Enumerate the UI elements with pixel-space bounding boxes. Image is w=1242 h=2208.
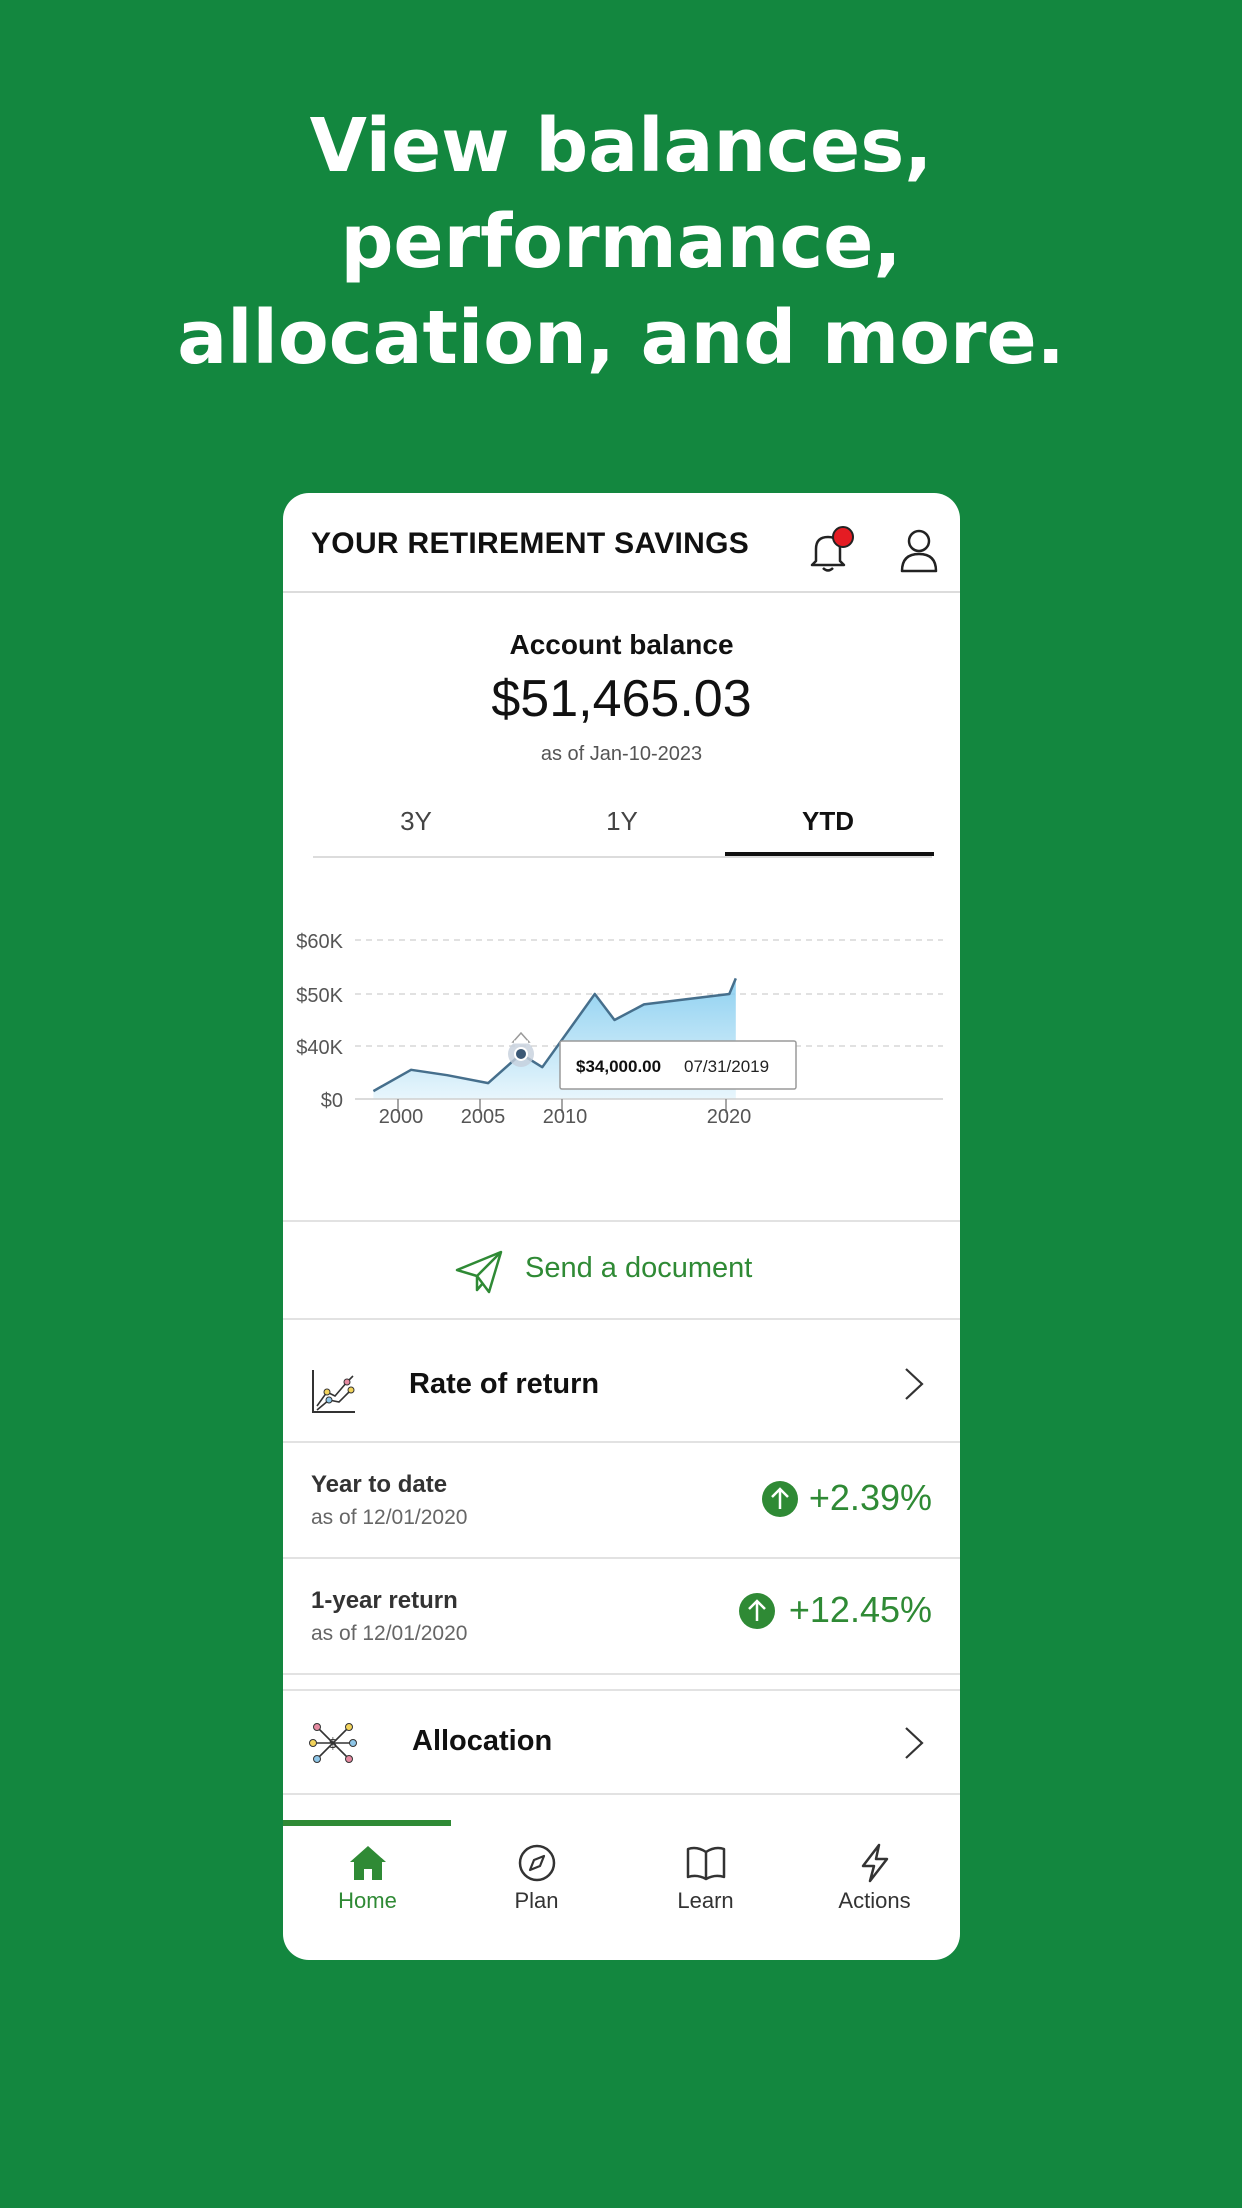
nav-plan[interactable]: Plan: [452, 1820, 621, 1960]
paper-plane-icon: [455, 1250, 503, 1294]
page-title: YOUR RETIREMENT SAVINGS: [311, 527, 750, 560]
y-tick-label: $0: [321, 1090, 343, 1112]
range-tabs: 3Y 1Y YTD: [313, 788, 934, 858]
x-tick-label: 2005: [461, 1106, 506, 1123]
balance-as-of: as of Jan-10-2023: [540, 743, 703, 765]
nav-learn-label: Learn: [677, 1888, 734, 1913]
bottom-nav: Home Plan Learn Actions: [283, 1820, 960, 1960]
y-tick-label: $50K: [296, 985, 343, 1007]
tab-1y[interactable]: 1Y: [519, 806, 725, 837]
nav-home-label: Home: [338, 1888, 397, 1913]
return-as-of: as of 12/01/2020: [311, 1506, 468, 1529]
headline-line-2: performance,: [340, 199, 902, 285]
tab-ytd[interactable]: YTD: [725, 806, 931, 837]
return-value: +12.45%: [788, 1589, 932, 1630]
send-document-button[interactable]: Send a document: [283, 1220, 960, 1320]
y-tick-label: $40K: [296, 1037, 343, 1059]
home-icon: [350, 1846, 386, 1880]
allocation-network-icon: $: [309, 1723, 357, 1763]
headline: View balances, performance, allocation, …: [0, 98, 1242, 386]
allocation-row[interactable]: $ Allocation: [283, 1689, 960, 1795]
arrow-up-circle-icon: [762, 1481, 798, 1517]
tab-3y[interactable]: 3Y: [313, 806, 519, 837]
send-document-label: Send a document: [525, 1252, 753, 1284]
allocation-label: Allocation: [412, 1725, 553, 1757]
x-tick-label: 2000: [379, 1106, 424, 1123]
nav-actions[interactable]: Actions: [790, 1820, 959, 1960]
chevron-right-icon: [905, 1368, 924, 1400]
active-tab-indicator: [725, 852, 934, 856]
balance-label: Account balance: [509, 629, 734, 660]
rate-of-return-row[interactable]: Rate of return: [283, 1320, 960, 1443]
app-bar: YOUR RETIREMENT SAVINGS: [283, 493, 960, 593]
headline-line-3: allocation, and more.: [177, 295, 1065, 381]
x-tick-label: 2010: [543, 1106, 588, 1123]
line-chart-icon: [312, 1370, 355, 1413]
compass-icon: [518, 1844, 556, 1882]
balance-value: $51,465.03: [491, 670, 752, 728]
svg-text:$: $: [329, 1736, 338, 1752]
tooltip-date: 07/31/2019: [684, 1057, 769, 1076]
tooltip-value: $34,000.00: [576, 1057, 661, 1076]
user-icon[interactable]: [899, 527, 939, 573]
return-value: +2.39%: [808, 1477, 932, 1518]
lightning-icon: [861, 1843, 889, 1883]
return-as-of: as of 12/01/2020: [311, 1622, 468, 1645]
return-title: 1-year return: [311, 1587, 458, 1614]
rate-of-return-label: Rate of return: [409, 1368, 600, 1400]
phone-screen: YOUR RETIREMENT SAVINGS Account balance …: [283, 493, 960, 1960]
return-row-1-year: 1-year return as of 12/01/2020 +12.45%: [283, 1559, 960, 1675]
nav-home[interactable]: Home: [283, 1820, 452, 1960]
book-icon: [686, 1846, 726, 1881]
highlight-point: [514, 1046, 528, 1061]
nav-plan-label: Plan: [514, 1888, 559, 1913]
return-title: Year to date: [311, 1471, 448, 1498]
return-row-ytd: Year to date as of 12/01/2020 +2.39%: [283, 1443, 960, 1559]
notification-badge: [832, 526, 854, 548]
balance-chart[interactable]: $60K $50K $40K $0 2000 2005 2010 2020 $34,000.0…: [283, 888, 960, 1123]
headline-line-1: View balances,: [309, 103, 933, 189]
arrow-up-circle-icon: [739, 1593, 775, 1629]
chevron-right-icon: [905, 1727, 924, 1759]
x-tick-label: 2020: [707, 1106, 752, 1123]
y-tick-label: $60K: [296, 931, 343, 953]
nav-actions-label: Actions: [838, 1888, 911, 1913]
nav-learn[interactable]: Learn: [621, 1820, 790, 1960]
